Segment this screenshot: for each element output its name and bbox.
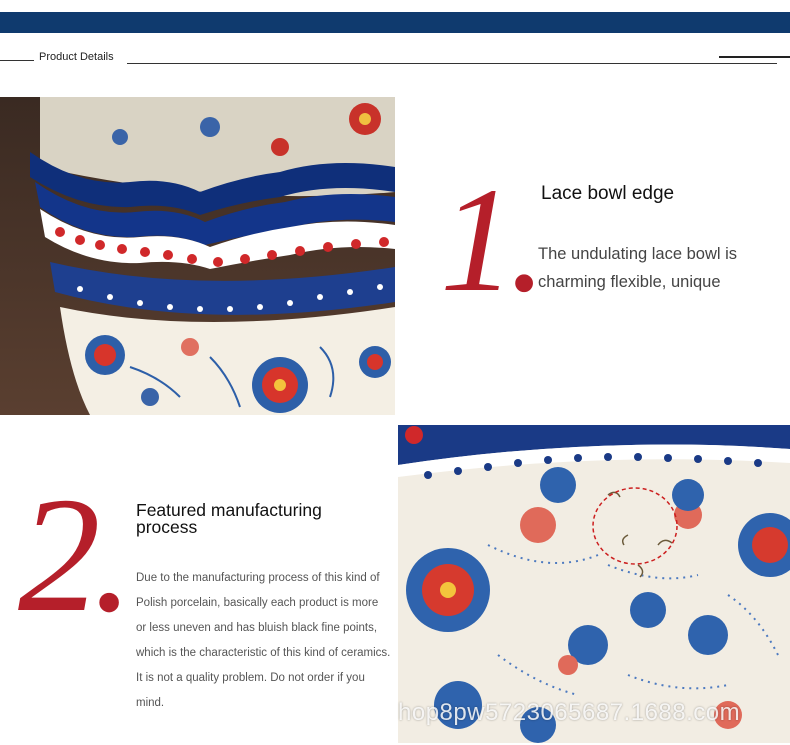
lace-bowl-photo — [0, 97, 395, 415]
feature-number-2: 2. — [18, 463, 134, 646]
top-banner-bar — [0, 12, 790, 33]
feature-2-title: Featured manufacturing process — [136, 500, 322, 537]
header-rule — [127, 63, 777, 64]
section-header-label: Product Details — [39, 51, 114, 63]
feature-1-title: Lace bowl edge — [541, 183, 675, 204]
header-rule-accent — [719, 56, 790, 58]
pattern-closeup-photo — [398, 425, 790, 743]
header-rule-left — [0, 60, 34, 61]
feature-number-1: 1. — [440, 157, 546, 323]
feature-2-description: Due to the manufacturing process of this… — [136, 572, 391, 709]
feature-1-description: The undulating lace bowl is charming fle… — [538, 245, 738, 291]
watermark-text: hop8pw5723065687.1688.com — [398, 699, 741, 726]
